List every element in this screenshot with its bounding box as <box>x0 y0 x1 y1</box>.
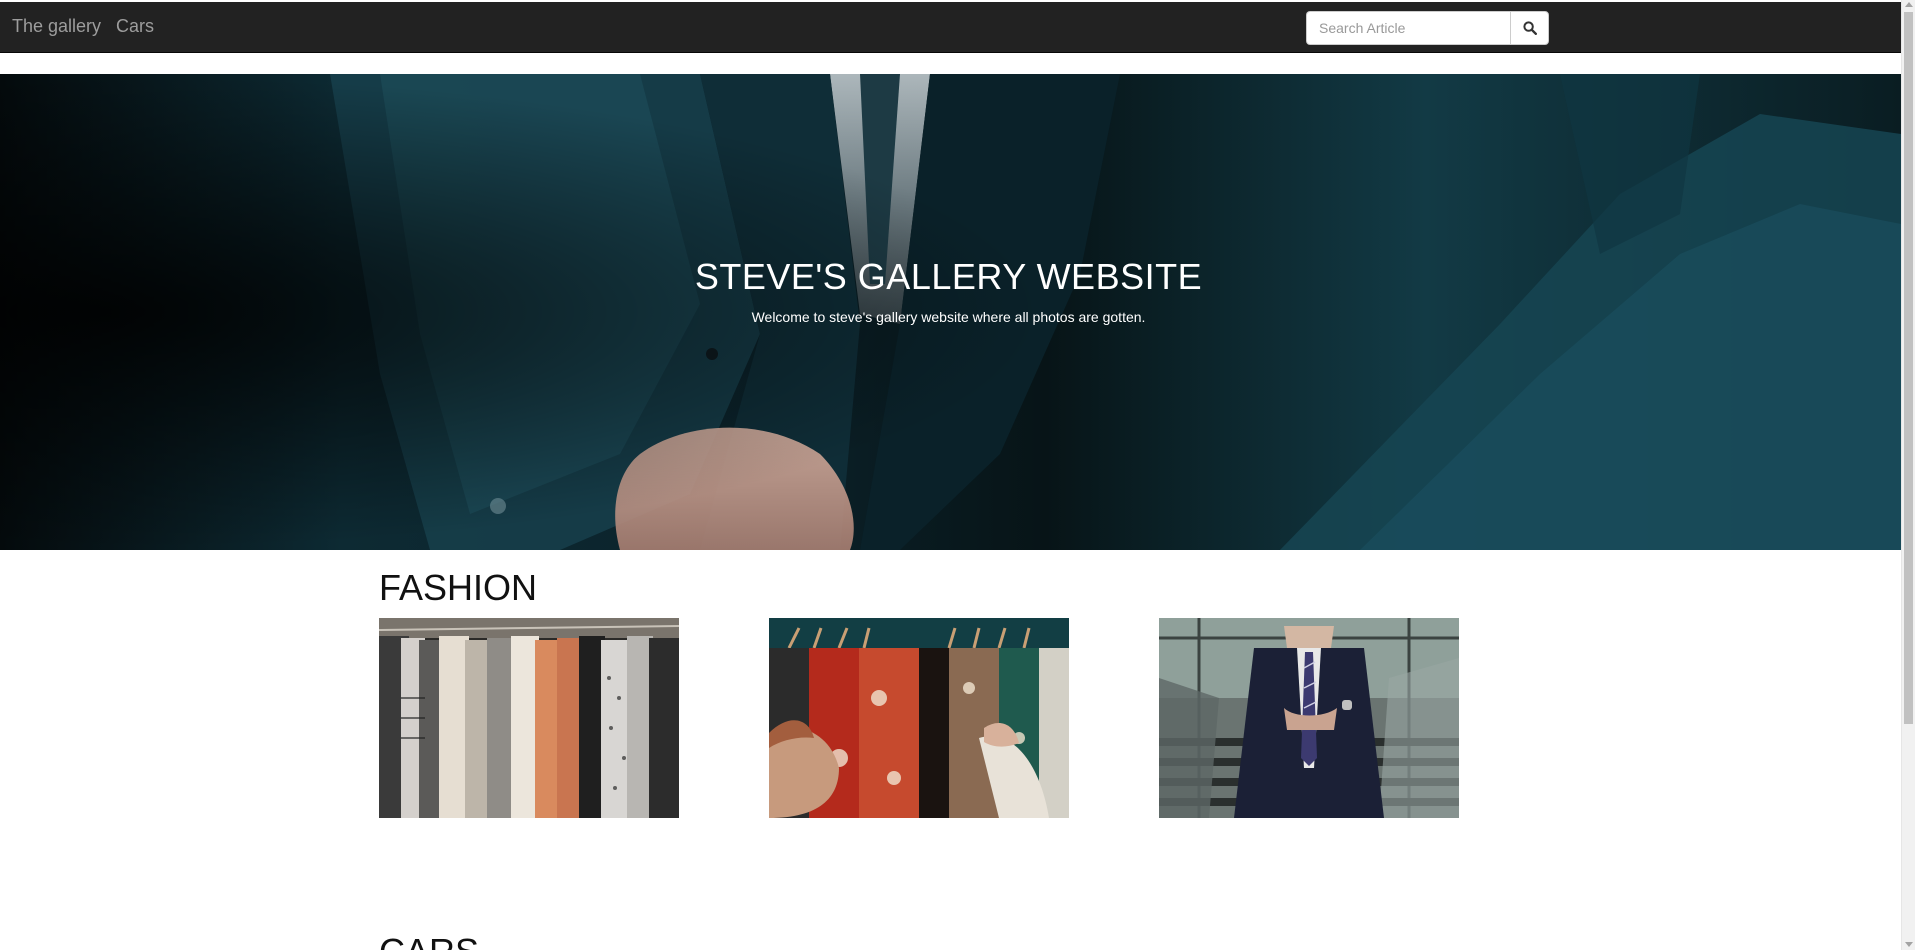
hero-banner: STEVE'S GALLERY WEBSITE Welcome to steve… <box>0 74 1901 550</box>
nav-link-cars[interactable]: Cars <box>116 16 154 37</box>
floral-shirts-photo[interactable] <box>769 618 1069 818</box>
page-scrollbar[interactable] <box>1901 0 1915 950</box>
search-input[interactable] <box>1306 11 1510 45</box>
navbar: The gallery Cars <box>0 2 1901 53</box>
search-button[interactable] <box>1510 11 1549 45</box>
man-in-suit-photo[interactable] <box>1159 618 1459 818</box>
page: The gallery Cars Search Article STEVE'S … <box>0 0 1915 950</box>
search-form <box>1306 11 1549 45</box>
hero-title: STEVE'S GALLERY WEBSITE <box>694 256 1203 297</box>
hero-subtitle: Welcome to steve's gallery website where… <box>751 309 1146 325</box>
clothes-rack-photo[interactable] <box>379 618 679 818</box>
scrollbar-thumb[interactable] <box>1904 12 1913 724</box>
scroll-down-arrow-icon[interactable] <box>1905 942 1913 947</box>
section-title-fashion: FASHION <box>379 567 538 608</box>
section-title-cars: CARS <box>379 931 479 950</box>
search-icon <box>1522 21 1537 35</box>
brand-link[interactable]: The gallery <box>12 16 101 37</box>
scroll-up-arrow-icon[interactable] <box>1905 2 1913 7</box>
